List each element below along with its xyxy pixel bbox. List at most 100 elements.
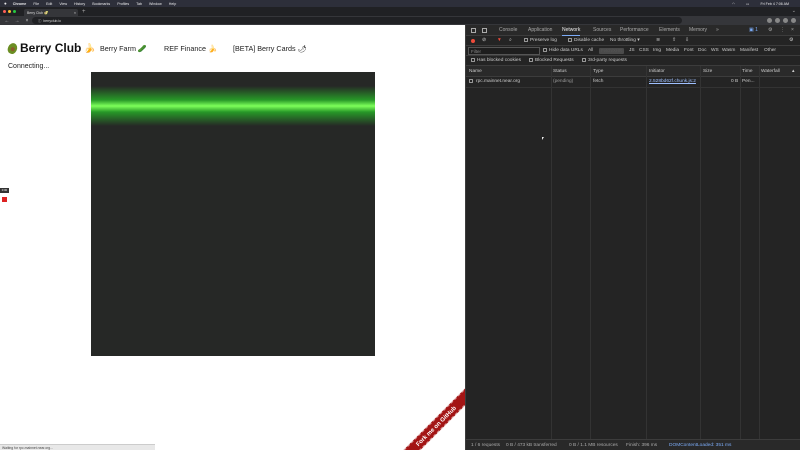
filter-type-ws[interactable]: WS xyxy=(711,46,719,56)
tab-network[interactable]: Network xyxy=(562,25,581,36)
row-checkbox[interactable] xyxy=(469,77,475,87)
filter-type-manifest[interactable]: Manifest xyxy=(740,46,758,56)
filter-type-doc[interactable]: Doc xyxy=(698,46,707,56)
filter-type-fetch-xhr[interactable]: Fetch/XHR xyxy=(599,48,625,54)
apple-menu-icon[interactable]: ● xyxy=(4,1,7,6)
macos-menubar: ● Chrome File Edit View History Bookmark… xyxy=(0,0,800,7)
side-color-swatch[interactable] xyxy=(2,197,7,202)
filter-type-all[interactable]: All xyxy=(588,46,593,56)
blocked-cookies-checkbox[interactable]: Has blocked cookies xyxy=(471,56,521,66)
address-bar[interactable]: ⓘ berryclub.io xyxy=(32,17,682,24)
extension-icons xyxy=(767,18,796,23)
fork-on-github-ribbon[interactable]: Fork me on GitHub xyxy=(395,382,465,450)
menu-profiles[interactable]: Profiles xyxy=(117,2,129,6)
menu-file[interactable]: File xyxy=(33,2,39,6)
tab-console[interactable]: Console xyxy=(499,25,517,36)
tab-application[interactable]: Application xyxy=(528,25,552,36)
preserve-log-checkbox[interactable]: Preserve log xyxy=(524,36,557,46)
col-name[interactable]: Name xyxy=(469,67,482,77)
minimize-window-button[interactable] xyxy=(8,10,11,13)
filter-type-media[interactable]: Media xyxy=(666,46,679,56)
search-icon[interactable]: ⌕ xyxy=(509,36,512,46)
disable-cache-checkbox[interactable]: Disable cache xyxy=(568,36,604,46)
issues-badge[interactable]: ▣ 1 xyxy=(749,25,758,36)
menu-chrome[interactable]: Chrome xyxy=(13,2,27,6)
filter-type-img[interactable]: Img xyxy=(653,46,661,56)
menu-help[interactable]: Help xyxy=(169,2,176,6)
network-conditions-icon[interactable]: ≋ xyxy=(656,36,660,46)
request-initiator-link[interactable]: 2.528bd62f.chunk.js:2 xyxy=(649,77,696,87)
stop-reload-icon[interactable]: × xyxy=(24,18,30,24)
more-options-icon[interactable]: ⋮ xyxy=(780,25,785,36)
url-text: berryclub.io xyxy=(43,18,61,23)
menu-bookmarks[interactable]: Bookmarks xyxy=(92,2,110,6)
menu-history[interactable]: History xyxy=(74,2,85,6)
menu-view[interactable]: View xyxy=(59,2,67,6)
filter-type-other[interactable]: Other xyxy=(764,46,776,56)
filter-type-js[interactable]: JS xyxy=(629,46,635,56)
col-type[interactable]: Type xyxy=(593,67,603,77)
close-devtools-icon[interactable]: × xyxy=(791,25,794,36)
blocked-requests-checkbox[interactable]: Blocked Requests xyxy=(529,56,574,66)
filter-type-font[interactable]: Font xyxy=(684,46,694,56)
tab-memory[interactable]: Memory xyxy=(689,25,707,36)
tab-sources[interactable]: Sources xyxy=(593,25,611,36)
profile-avatar-icon[interactable] xyxy=(791,18,796,23)
filter-icon[interactable]: ▼ xyxy=(497,36,502,46)
devtools-panel: Console Application Network Sources Perf… xyxy=(465,25,800,450)
pixel-board-canvas[interactable] xyxy=(91,72,375,356)
wifi-icon[interactable]: ◠ xyxy=(732,2,735,6)
col-waterfall[interactable]: Waterfall xyxy=(761,67,780,77)
menu-edit[interactable]: Edit xyxy=(46,2,52,6)
new-tab-button[interactable]: + xyxy=(82,9,86,16)
menu-window[interactable]: Window xyxy=(149,2,162,6)
banana-icon: 🍌 xyxy=(84,42,96,53)
nav-link-berry-cards[interactable]: [BETA] Berry Cards 🌶 xyxy=(233,44,307,53)
col-initiator[interactable]: Initiator xyxy=(649,67,665,77)
site-header: Berry Club 🍌 xyxy=(6,41,96,55)
third-party-checkbox[interactable]: 3rd-party requests xyxy=(582,56,627,66)
filter-options-row: Has blocked cookies Blocked Requests 3rd… xyxy=(466,56,800,66)
browser-tab-active[interactable]: Berry Club 🥑 × xyxy=(24,9,78,16)
close-window-button[interactable] xyxy=(3,10,6,13)
forward-icon[interactable]: → xyxy=(14,18,20,24)
menubar-clock[interactable]: Fri Feb 4 7:06 AM xyxy=(760,2,789,6)
browser-toolbar: ← → × ⓘ berryclub.io xyxy=(0,16,800,25)
extension-icon[interactable] xyxy=(775,18,780,23)
battery-icon[interactable]: ▭ xyxy=(746,2,749,6)
close-tab-icon[interactable]: × xyxy=(74,11,76,15)
waterfall-sort-icon[interactable]: ▴ xyxy=(792,67,794,77)
col-time[interactable]: Time xyxy=(742,67,752,77)
throttling-select[interactable]: No throttling ▾ xyxy=(610,36,640,46)
more-tabs-icon[interactable]: » xyxy=(716,25,719,36)
inspect-element-icon[interactable] xyxy=(471,28,476,33)
filter-input[interactable]: Filter xyxy=(468,47,540,55)
col-status[interactable]: Status xyxy=(553,67,567,77)
tab-performance[interactable]: Performance xyxy=(620,25,649,36)
table-row[interactable]: rpc.mainnet.near.org (pending) fetch 2.5… xyxy=(466,77,800,88)
settings-gear-icon[interactable]: ⚙ xyxy=(768,25,772,36)
filter-type-wasm[interactable]: Wasm xyxy=(722,46,735,56)
tab-search-icon[interactable]: ⌄ xyxy=(792,8,796,14)
export-har-icon[interactable]: ⇩ xyxy=(685,36,689,46)
record-icon[interactable] xyxy=(471,39,475,43)
site-logo[interactable]: Berry Club 🍌 xyxy=(6,41,96,55)
site-info-icon[interactable]: ⓘ xyxy=(38,18,41,23)
network-settings-gear-icon[interactable]: ⚙ xyxy=(789,36,793,46)
extension-icon[interactable] xyxy=(783,18,788,23)
tab-elements[interactable]: Elements xyxy=(659,25,680,36)
import-har-icon[interactable]: ⇧ xyxy=(672,36,676,46)
menu-tab[interactable]: Tab xyxy=(136,2,142,6)
back-icon[interactable]: ← xyxy=(4,18,10,24)
col-size[interactable]: Size xyxy=(703,67,712,77)
filter-type-css[interactable]: CSS xyxy=(639,46,649,56)
request-time: Pen... xyxy=(742,79,755,84)
nav-link-ref-finance[interactable]: REF Finance 🍌 xyxy=(164,44,217,53)
device-toolbar-icon[interactable] xyxy=(482,28,487,33)
request-name[interactable]: rpc.mainnet.near.org xyxy=(476,77,520,87)
maximize-window-button[interactable] xyxy=(13,10,16,13)
hide-data-urls-checkbox[interactable]: Hide data URLs xyxy=(543,46,583,56)
clear-icon[interactable]: ⊘ xyxy=(482,36,486,46)
nav-link-berry-farm[interactable]: Berry Farm 🥒 xyxy=(100,44,147,53)
extension-icon[interactable] xyxy=(767,18,772,23)
